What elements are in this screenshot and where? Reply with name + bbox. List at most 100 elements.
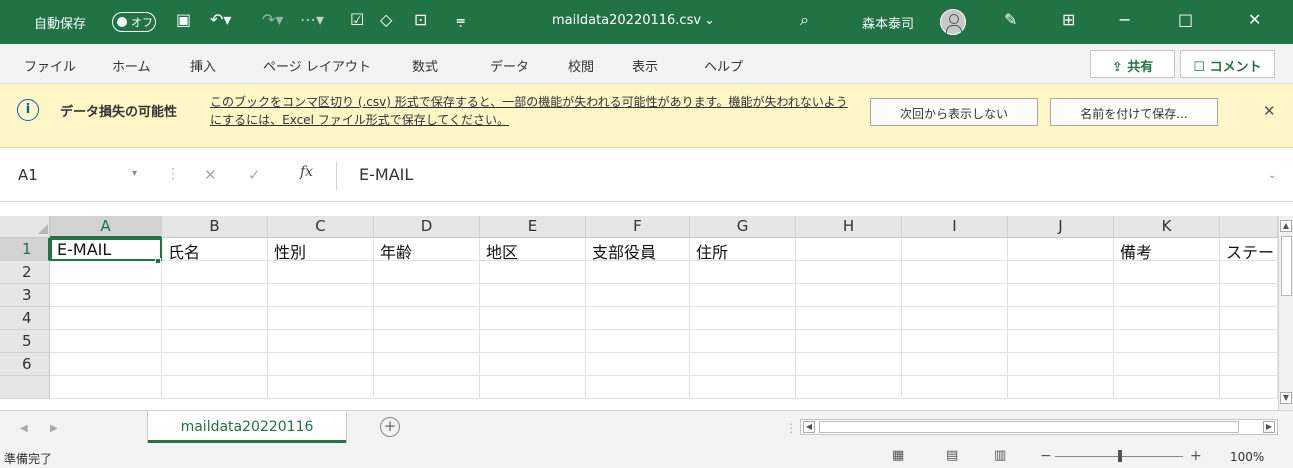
grid-cell[interactable] [268, 353, 374, 376]
grid-cell[interactable] [902, 307, 1008, 330]
cell-h1[interactable] [796, 238, 902, 261]
grid-cell[interactable] [480, 353, 586, 376]
grid-cell[interactable] [268, 330, 374, 353]
grid-cell[interactable] [902, 330, 1008, 353]
zoom-in-icon[interactable]: + [1190, 448, 1202, 464]
grid-cell[interactable] [1008, 353, 1114, 376]
grid-cell[interactable] [1008, 261, 1114, 284]
grid-cell[interactable] [374, 261, 480, 284]
cell-f1[interactable]: 支部役員 [586, 238, 690, 261]
grid-cell[interactable] [902, 284, 1008, 307]
column-header-l[interactable] [1220, 216, 1278, 238]
grid-cell[interactable] [1220, 261, 1278, 284]
cell-l1[interactable]: ステー [1220, 238, 1278, 261]
horizontal-scrollbar[interactable]: ◀ ▶ [800, 419, 1278, 435]
tab-page-layout[interactable]: ページ レイアウト [263, 56, 371, 75]
grid-cell[interactable] [1220, 353, 1278, 376]
grid-cell[interactable] [162, 261, 268, 284]
row-header-3[interactable]: 3 [0, 284, 50, 307]
maximize-icon[interactable]: □ [1178, 10, 1193, 30]
grid-cell[interactable] [374, 376, 480, 399]
grid-cell[interactable] [1008, 307, 1114, 330]
tab-help[interactable]: ヘルプ [704, 56, 743, 75]
undo-icon[interactable]: ↶▾ [210, 10, 231, 30]
grid-cell[interactable] [374, 307, 480, 330]
cell-i1[interactable] [902, 238, 1008, 261]
column-header-d[interactable]: D [374, 216, 480, 238]
save-as-button[interactable]: 名前を付けて保存... [1050, 98, 1218, 126]
column-header-b[interactable]: B [162, 216, 268, 238]
redo-icon[interactable]: ↷▾ [262, 10, 283, 30]
insert-function-icon[interactable]: fx [300, 164, 313, 180]
column-header-i[interactable]: I [902, 216, 1008, 238]
cell-c1[interactable]: 性別 [268, 238, 374, 261]
grid-cell[interactable] [902, 376, 1008, 399]
spreadsheet-grid[interactable]: A B C D E F G H I J K 1 2 3 4 5 6 E-MAIL… [0, 216, 1278, 408]
grid-cell[interactable] [586, 353, 690, 376]
grid-cell[interactable] [162, 284, 268, 307]
column-header-j[interactable]: J [1008, 216, 1114, 238]
grid-cell[interactable] [374, 284, 480, 307]
tab-view[interactable]: 表示 [632, 56, 658, 75]
grid-cell[interactable] [1008, 330, 1114, 353]
sheet-tab-maildata[interactable]: maildata20220116 [148, 411, 346, 443]
grid-cell[interactable] [1220, 284, 1278, 307]
scroll-up-icon[interactable]: ▲ [1280, 220, 1292, 232]
grid-cell[interactable] [586, 307, 690, 330]
column-header-h[interactable]: H [796, 216, 902, 238]
grid-cell[interactable] [690, 284, 796, 307]
grid-cell[interactable] [690, 353, 796, 376]
grid-cell[interactable] [162, 376, 268, 399]
cell-e1[interactable]: 地区 [480, 238, 586, 261]
next-sheet-icon[interactable]: ▶ [50, 423, 58, 434]
row-header-2[interactable]: 2 [0, 261, 50, 284]
name-box-dropdown-icon[interactable]: ▾ [132, 168, 137, 179]
grid-cell[interactable] [1008, 284, 1114, 307]
cell-d1[interactable]: 年齢 [374, 238, 480, 261]
row-header-6[interactable]: 6 [0, 353, 50, 376]
grid-cell[interactable] [50, 284, 162, 307]
grid-cell[interactable] [1220, 307, 1278, 330]
row-header-1[interactable]: 1 [0, 238, 50, 261]
tab-home[interactable]: ホーム [112, 56, 151, 75]
grid-cell[interactable] [1114, 261, 1220, 284]
column-header-c[interactable]: C [268, 216, 374, 238]
grid-cell[interactable] [50, 261, 162, 284]
grid-cell[interactable] [796, 284, 902, 307]
page-layout-view-icon[interactable]: ▤ [946, 448, 958, 463]
grid-cell[interactable] [374, 353, 480, 376]
dont-show-again-button[interactable]: 次回から表示しない [870, 98, 1038, 126]
scroll-right-icon[interactable]: ▶ [1263, 421, 1275, 433]
grid-cell[interactable] [50, 376, 162, 399]
grid-cell[interactable] [586, 261, 690, 284]
grid-cell[interactable] [1114, 307, 1220, 330]
row-header-7[interactable] [0, 376, 50, 399]
zoom-slider-thumb[interactable] [1118, 450, 1122, 462]
column-header-g[interactable]: G [690, 216, 796, 238]
search-icon[interactable]: ⌕ [800, 10, 809, 30]
vertical-scrollbar[interactable]: ▲ ▼ [1278, 216, 1293, 410]
grid-cell[interactable] [690, 376, 796, 399]
grid-cell[interactable] [796, 330, 902, 353]
grid-cell[interactable] [480, 307, 586, 330]
grid-cell[interactable] [162, 353, 268, 376]
message-text[interactable]: このブックをコンマ区切り (.csv) 形式で保存すると、一部の機能が失われる可… [210, 93, 850, 129]
vertical-scroll-thumb[interactable] [1281, 236, 1292, 296]
zoom-out-icon[interactable]: − [1040, 448, 1052, 464]
grid-cell[interactable] [268, 284, 374, 307]
cell-g1[interactable]: 住所 [690, 238, 796, 261]
customize-qat-icon[interactable]: ⩦ [456, 10, 465, 30]
close-message-icon[interactable]: ✕ [1263, 102, 1276, 120]
minimize-icon[interactable]: − [1118, 10, 1131, 30]
formula-input[interactable]: E-MAIL [336, 161, 1280, 191]
grid-cell[interactable] [1114, 376, 1220, 399]
cell-j1[interactable] [1008, 238, 1114, 261]
save-icon[interactable]: ▣ [176, 10, 191, 30]
grid-cell[interactable] [586, 330, 690, 353]
add-sheet-button[interactable]: + [380, 417, 400, 437]
grid-cell[interactable] [50, 353, 162, 376]
tab-formulas[interactable]: 数式 [412, 56, 438, 75]
comments-button[interactable]: ☐ コメント [1180, 50, 1275, 78]
cell-a1[interactable]: E-MAIL [50, 238, 162, 261]
name-box[interactable]: A1 [10, 162, 150, 190]
